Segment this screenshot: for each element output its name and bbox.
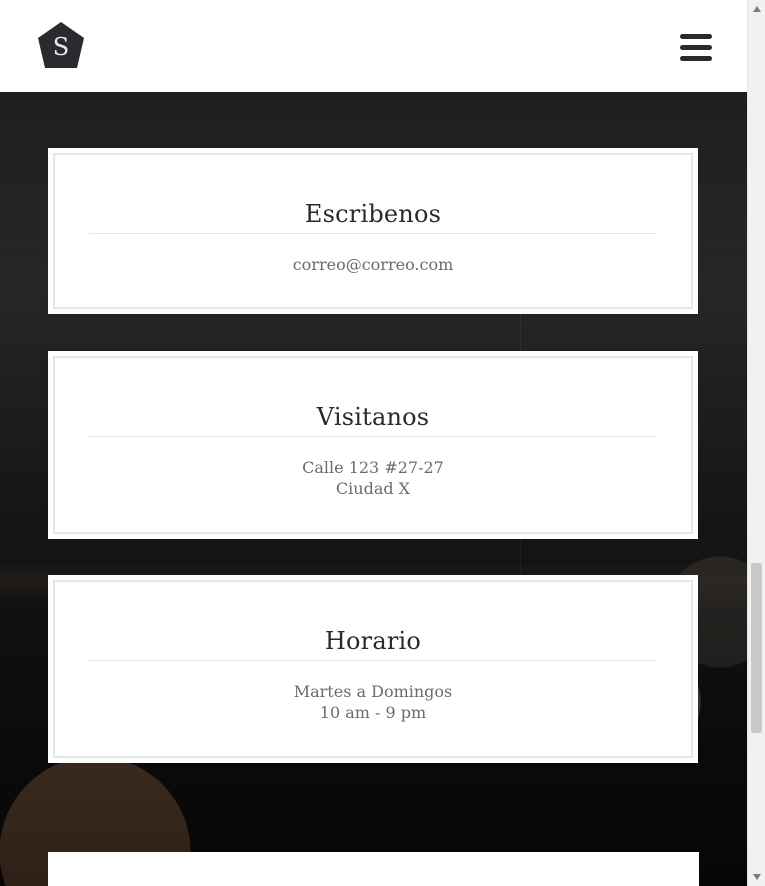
page: S hamburger-menu-icon pentagon-logo-icon… — [0, 0, 765, 886]
address-line-1: Calle 123 #27-27 — [302, 458, 444, 477]
card-inner-border — [53, 356, 693, 534]
card-divider — [89, 660, 657, 661]
card-title: Horario — [324, 627, 422, 655]
hamburger-bar-bottom — [680, 56, 712, 61]
hamburger-menu-button[interactable]: hamburger-menu-icon — [680, 34, 712, 62]
scroll-down-arrow-icon[interactable] — [753, 874, 761, 880]
hamburger-bar-top — [680, 34, 712, 39]
vertical-scrollbar[interactable] — [747, 0, 765, 886]
contact-card-escribenos: Escribenos correo@correo.com — [48, 148, 698, 314]
hours-line-1: Martes a Domingos — [293, 682, 453, 701]
card-body: Calle 123 #27-27 Ciudad X — [48, 457, 698, 499]
contact-card-visitanos: Visitanos Calle 123 #27-27 Ciudad X — [48, 351, 698, 539]
scroll-up-arrow-icon[interactable] — [753, 6, 761, 12]
top-header: S hamburger-menu-icon pentagon-logo-icon — [0, 0, 747, 92]
hamburger-bar-middle — [680, 45, 712, 50]
card-inner-border — [53, 580, 693, 758]
card-body: correo@correo.com — [48, 254, 698, 275]
address-line-2: Ciudad X — [335, 479, 411, 498]
pentagon-logo-icon[interactable]: S — [34, 20, 88, 74]
logo-icon-name: pentagon-logo-icon — [0, 0, 1, 1]
next-section-panel — [48, 852, 699, 886]
card-title: Escribenos — [304, 200, 442, 228]
email-link[interactable]: correo@correo.com — [48, 254, 698, 275]
card-divider — [89, 436, 657, 437]
hours-line-2: 10 am - 9 pm — [319, 703, 427, 722]
scrollbar-thumb[interactable] — [751, 563, 762, 733]
card-divider — [89, 233, 657, 234]
logo-letter: S — [53, 33, 69, 61]
card-body: Martes a Domingos 10 am - 9 pm — [48, 681, 698, 723]
contact-card-horario: Horario Martes a Domingos 10 am - 9 pm — [48, 575, 698, 763]
card-inner-border — [53, 153, 693, 309]
card-title: Visitanos — [316, 403, 430, 431]
